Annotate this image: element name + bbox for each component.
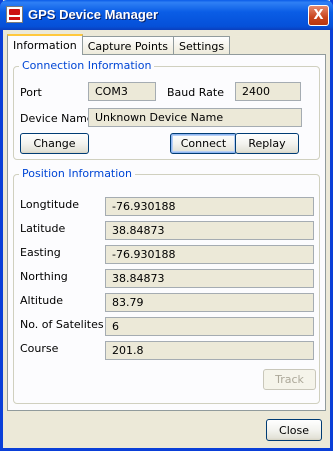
- position-information-group: Position Information Longtitude -76.9301…: [13, 167, 320, 404]
- course-field[interactable]: 201.8: [105, 341, 314, 360]
- replay-button[interactable]: Replay: [235, 133, 299, 154]
- close-button[interactable]: Close: [266, 419, 322, 441]
- app-icon[interactable]: [6, 6, 23, 23]
- satellites-field[interactable]: 6: [105, 317, 314, 336]
- gps-device-manager-window: GPS Device Manager X Information Capture…: [0, 0, 333, 451]
- connection-information-group: Connection Information Port COM3 Baud Ra…: [13, 59, 320, 160]
- altitude-label: Altitude: [20, 294, 63, 307]
- change-button[interactable]: Change: [20, 133, 89, 154]
- baud-rate-label: Baud Rate: [167, 86, 224, 99]
- northing-label: Northing: [20, 270, 68, 283]
- latitude-field[interactable]: 38.84873: [105, 221, 314, 240]
- track-button[interactable]: Track: [263, 369, 316, 390]
- tab-capture-points[interactable]: Capture Points: [81, 36, 174, 55]
- port-field[interactable]: COM3: [88, 82, 156, 101]
- easting-label: Easting: [20, 246, 61, 259]
- close-window-icon[interactable]: X: [308, 5, 329, 26]
- device-name-field[interactable]: Unknown Device Name: [88, 108, 302, 127]
- tab-information[interactable]: Information: [7, 34, 83, 55]
- course-label: Course: [20, 342, 59, 355]
- connect-button[interactable]: Connect: [170, 133, 237, 154]
- port-label: Port: [20, 86, 42, 99]
- longitude-field[interactable]: -76.930188: [105, 197, 314, 216]
- tab-settings[interactable]: Settings: [172, 36, 231, 55]
- altitude-field[interactable]: 83.79: [105, 293, 314, 312]
- connection-information-title: Connection Information: [19, 59, 155, 72]
- satellites-label: No. of Satelites: [20, 318, 104, 331]
- window-title: GPS Device Manager: [28, 7, 159, 22]
- device-name-label: Device Name: [20, 112, 94, 125]
- latitude-label: Latitude: [20, 222, 66, 235]
- position-information-title: Position Information: [19, 167, 135, 180]
- tab-bar: Information Capture Points Settings: [7, 34, 231, 55]
- easting-field[interactable]: -76.930188: [105, 245, 314, 264]
- longitude-label: Longtitude: [20, 198, 80, 211]
- northing-field[interactable]: 38.84873: [105, 269, 314, 288]
- information-tab-panel: Connection Information Port COM3 Baud Ra…: [7, 54, 326, 411]
- title-bar[interactable]: GPS Device Manager X: [0, 0, 333, 30]
- baud-rate-field[interactable]: 2400: [235, 82, 301, 101]
